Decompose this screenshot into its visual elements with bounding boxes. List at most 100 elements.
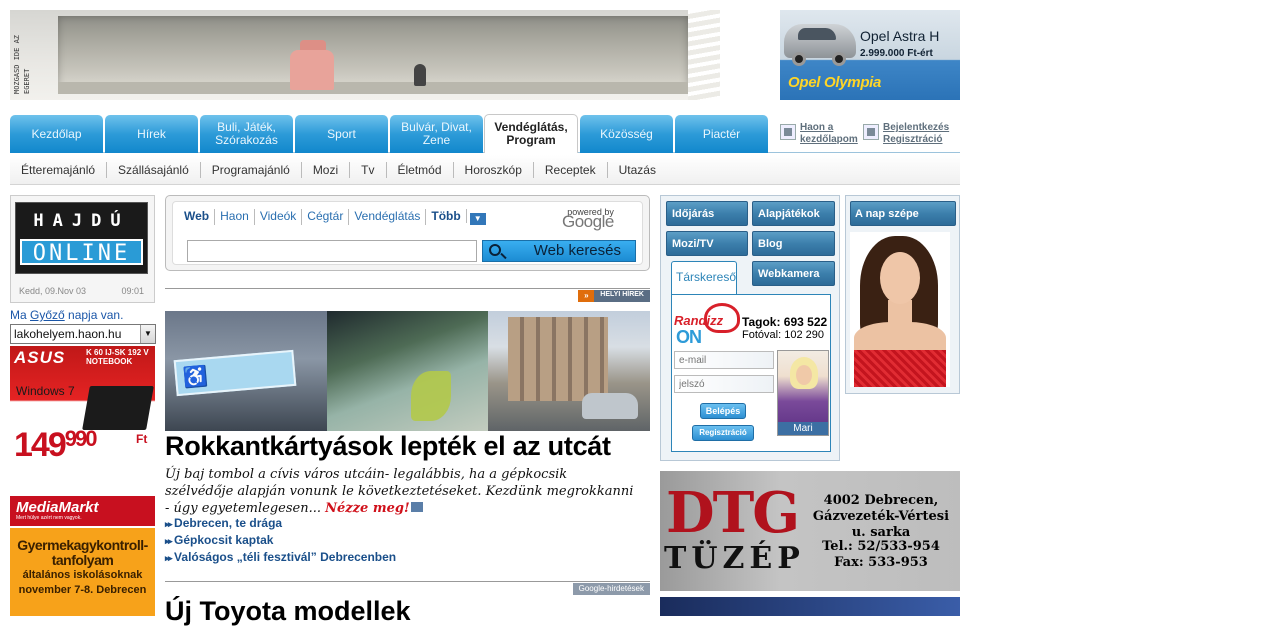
current-date: Kedd, 09.Nov 03 (19, 286, 87, 296)
asus-mediamarkt-ad[interactable]: ASUS K 60 IJ-SK 192 V NOTEBOOK Windows 7… (10, 346, 155, 526)
tab-bulvar[interactable]: Bulvár, Divat, Zene (390, 115, 483, 153)
dtg-sub: TÜZÉP (664, 541, 805, 576)
register-button[interactable]: Regisztráció (692, 425, 754, 441)
member-count-label: Tagok: (742, 315, 781, 329)
login-button[interactable]: Belépés (700, 403, 746, 419)
weather-button[interactable]: Időjárás (666, 201, 748, 226)
logo-line1: HAJDÚ (33, 211, 130, 231)
subnav-utazas[interactable]: Utazás (608, 162, 667, 178)
tab-buli[interactable]: Buli, Játék, Szórakozás (200, 115, 293, 153)
web-search-button[interactable]: Web keresés (482, 240, 636, 262)
password-field[interactable] (674, 375, 774, 393)
widget-panel: Időjárás Alapjátékok Mozi/TV Blog Webkam… (660, 195, 840, 461)
article-headline[interactable]: Rokkantkártyások lepték el az utcát (165, 431, 611, 462)
subnav-receptek[interactable]: Receptek (534, 161, 608, 178)
tab-sport[interactable]: Sport (295, 115, 388, 153)
subnav-eletmod[interactable]: Életmód (387, 161, 454, 178)
search-tab-cegtar[interactable]: Cégtár (302, 209, 350, 225)
randizz-name: Randizz (674, 313, 724, 328)
wheelchair-icon (173, 349, 297, 397)
asus-price: 149990 (14, 426, 97, 465)
opel-model: Opel Astra H (860, 28, 940, 44)
login-link[interactable]: Bejelentkezés (883, 122, 949, 134)
search-tab-tobb[interactable]: Több ▼ (426, 209, 490, 225)
opel-ad[interactable]: Opel Astra H 2.999.000 Ft-ért Opel Olymp… (780, 10, 960, 100)
tab-vendeglatas[interactable]: Vendéglátás, Program (484, 114, 578, 153)
webcam-button[interactable]: Webkamera (752, 261, 835, 286)
asus-model: K 60 IJ-SK 192 V NOTEBOOK (86, 348, 149, 366)
related-link[interactable]: Valóságos „téli fesztivál” Debrecenben (165, 549, 396, 566)
tab-piacter[interactable]: Piactér (675, 115, 768, 153)
games-button[interactable]: Alapjátékok (752, 201, 835, 226)
logo-line2: ONLINE (20, 239, 143, 266)
nameday-suffix: napja van. (64, 308, 124, 322)
tab-hirek[interactable]: Hírek (105, 115, 198, 153)
search-tab-tobb-label: Több (431, 209, 467, 223)
search-tab-videok[interactable]: Videók (255, 209, 303, 225)
mediamarkt-name: MediaMarkt (16, 499, 99, 516)
home-icon (780, 124, 796, 140)
search-tab-vendeglatas[interactable]: Vendéglátás (349, 209, 427, 225)
local-news-tag[interactable]: » HELYI HÍREK (578, 290, 650, 302)
photo-count-label: Fotóval: (742, 329, 782, 341)
subnav-tv[interactable]: Tv (350, 161, 387, 178)
search-tab-haon[interactable]: Haon (215, 209, 255, 225)
video-icon (410, 502, 423, 512)
homepage-link-label[interactable]: Haon a kezdőlapom (800, 122, 862, 146)
dtg-tuzep-ad[interactable]: DTG TÜZÉP 4002 Debrecen, Gázvezeték-Vért… (660, 471, 960, 591)
chevron-down-icon[interactable]: ▼ (469, 213, 486, 225)
double-chevron-icon: » (578, 290, 595, 302)
gyermek-line3: november 7-8. Debrecen (18, 584, 147, 596)
beauty-of-day-title[interactable]: A nap szépe (850, 201, 956, 226)
subnav-programajanlo[interactable]: Programajánló (201, 161, 302, 178)
asus-brand: ASUS (14, 348, 66, 367)
tab-kezdolap[interactable]: Kezdőlap (10, 115, 103, 153)
hajdu-online-logo[interactable]: HAJDÚ ONLINE (15, 202, 148, 274)
search-input[interactable] (187, 240, 477, 262)
photo-dress (854, 350, 946, 387)
subnav-szallasajanlo[interactable]: Szállásajánló (107, 161, 201, 178)
photo-count-value: 102 290 (784, 329, 824, 341)
nameday-name[interactable]: Győző (30, 308, 65, 322)
article-image-left (165, 311, 327, 431)
asus-price-main: 149 (14, 426, 67, 464)
article-image[interactable] (165, 311, 650, 431)
chevron-down-icon[interactable]: ▼ (140, 325, 155, 343)
main-nav: Kezdőlap Hírek Buli, Játék, Szórakozás S… (10, 114, 960, 153)
beauty-photo[interactable] (850, 232, 950, 387)
member-count: Tagok: 693 522 (742, 315, 827, 329)
blog-button[interactable]: Blog (752, 231, 835, 256)
tab-kozosseg[interactable]: Közösség (580, 115, 673, 153)
search-tab-web[interactable]: Web (184, 209, 216, 225)
movie-tv-button[interactable]: Mozi/TV (666, 231, 748, 256)
dtg-address-line: 4002 Debrecen, (823, 493, 939, 508)
profile-name: Mari (778, 422, 828, 435)
local-site-select[interactable]: lakohelyem.haon.hu ▼ (10, 324, 156, 344)
email-field[interactable] (674, 351, 774, 369)
dtg-address-line: Gázvezeték-Vértesi (812, 509, 950, 524)
subnav-etteremajanlo[interactable]: Étteremajánló (10, 161, 108, 178)
search-tabs: Web Haon Videók Cégtár Vendéglátás Több ▼ (184, 209, 491, 225)
related-link[interactable]: Gépkocsit kaptak (165, 532, 396, 549)
web-search-button-label: Web keresés (533, 242, 621, 259)
subnav-horoszkop[interactable]: Horoszkóp (454, 161, 534, 178)
search-icon (489, 244, 501, 256)
register-link[interactable]: Regisztráció (883, 134, 949, 146)
related-link[interactable]: Debrecen, te drága (165, 515, 396, 532)
opel-slogan: Opel Olympia (788, 74, 882, 91)
randizz-logo[interactable]: Randizz ON (674, 303, 740, 347)
account-links: Bejelentkezés Regisztráció (863, 122, 949, 146)
car-wheel (792, 52, 806, 66)
nameday: Ma Győző napja van. (10, 308, 123, 322)
bottom-ad[interactable] (660, 597, 960, 616)
tab-tarskereso[interactable]: Társkereső (671, 261, 737, 295)
article-more-link[interactable]: Nézze meg! (325, 501, 410, 516)
gyermekagykontroll-ad[interactable]: Gyermekagykontroll-tanfolyam általános i… (10, 528, 155, 616)
car-wheel (832, 52, 846, 66)
google-ad-headline[interactable]: Új Toyota modellek (165, 596, 411, 627)
current-time: 09:01 (121, 286, 144, 296)
profile-photo[interactable]: Mari (777, 350, 829, 436)
homepage-link[interactable]: Haon a kezdőlapom (780, 122, 862, 146)
top-banner-ad[interactable]: MOZGASD IDE AZ EGERET (10, 10, 720, 100)
subnav-mozi[interactable]: Mozi (302, 161, 351, 178)
